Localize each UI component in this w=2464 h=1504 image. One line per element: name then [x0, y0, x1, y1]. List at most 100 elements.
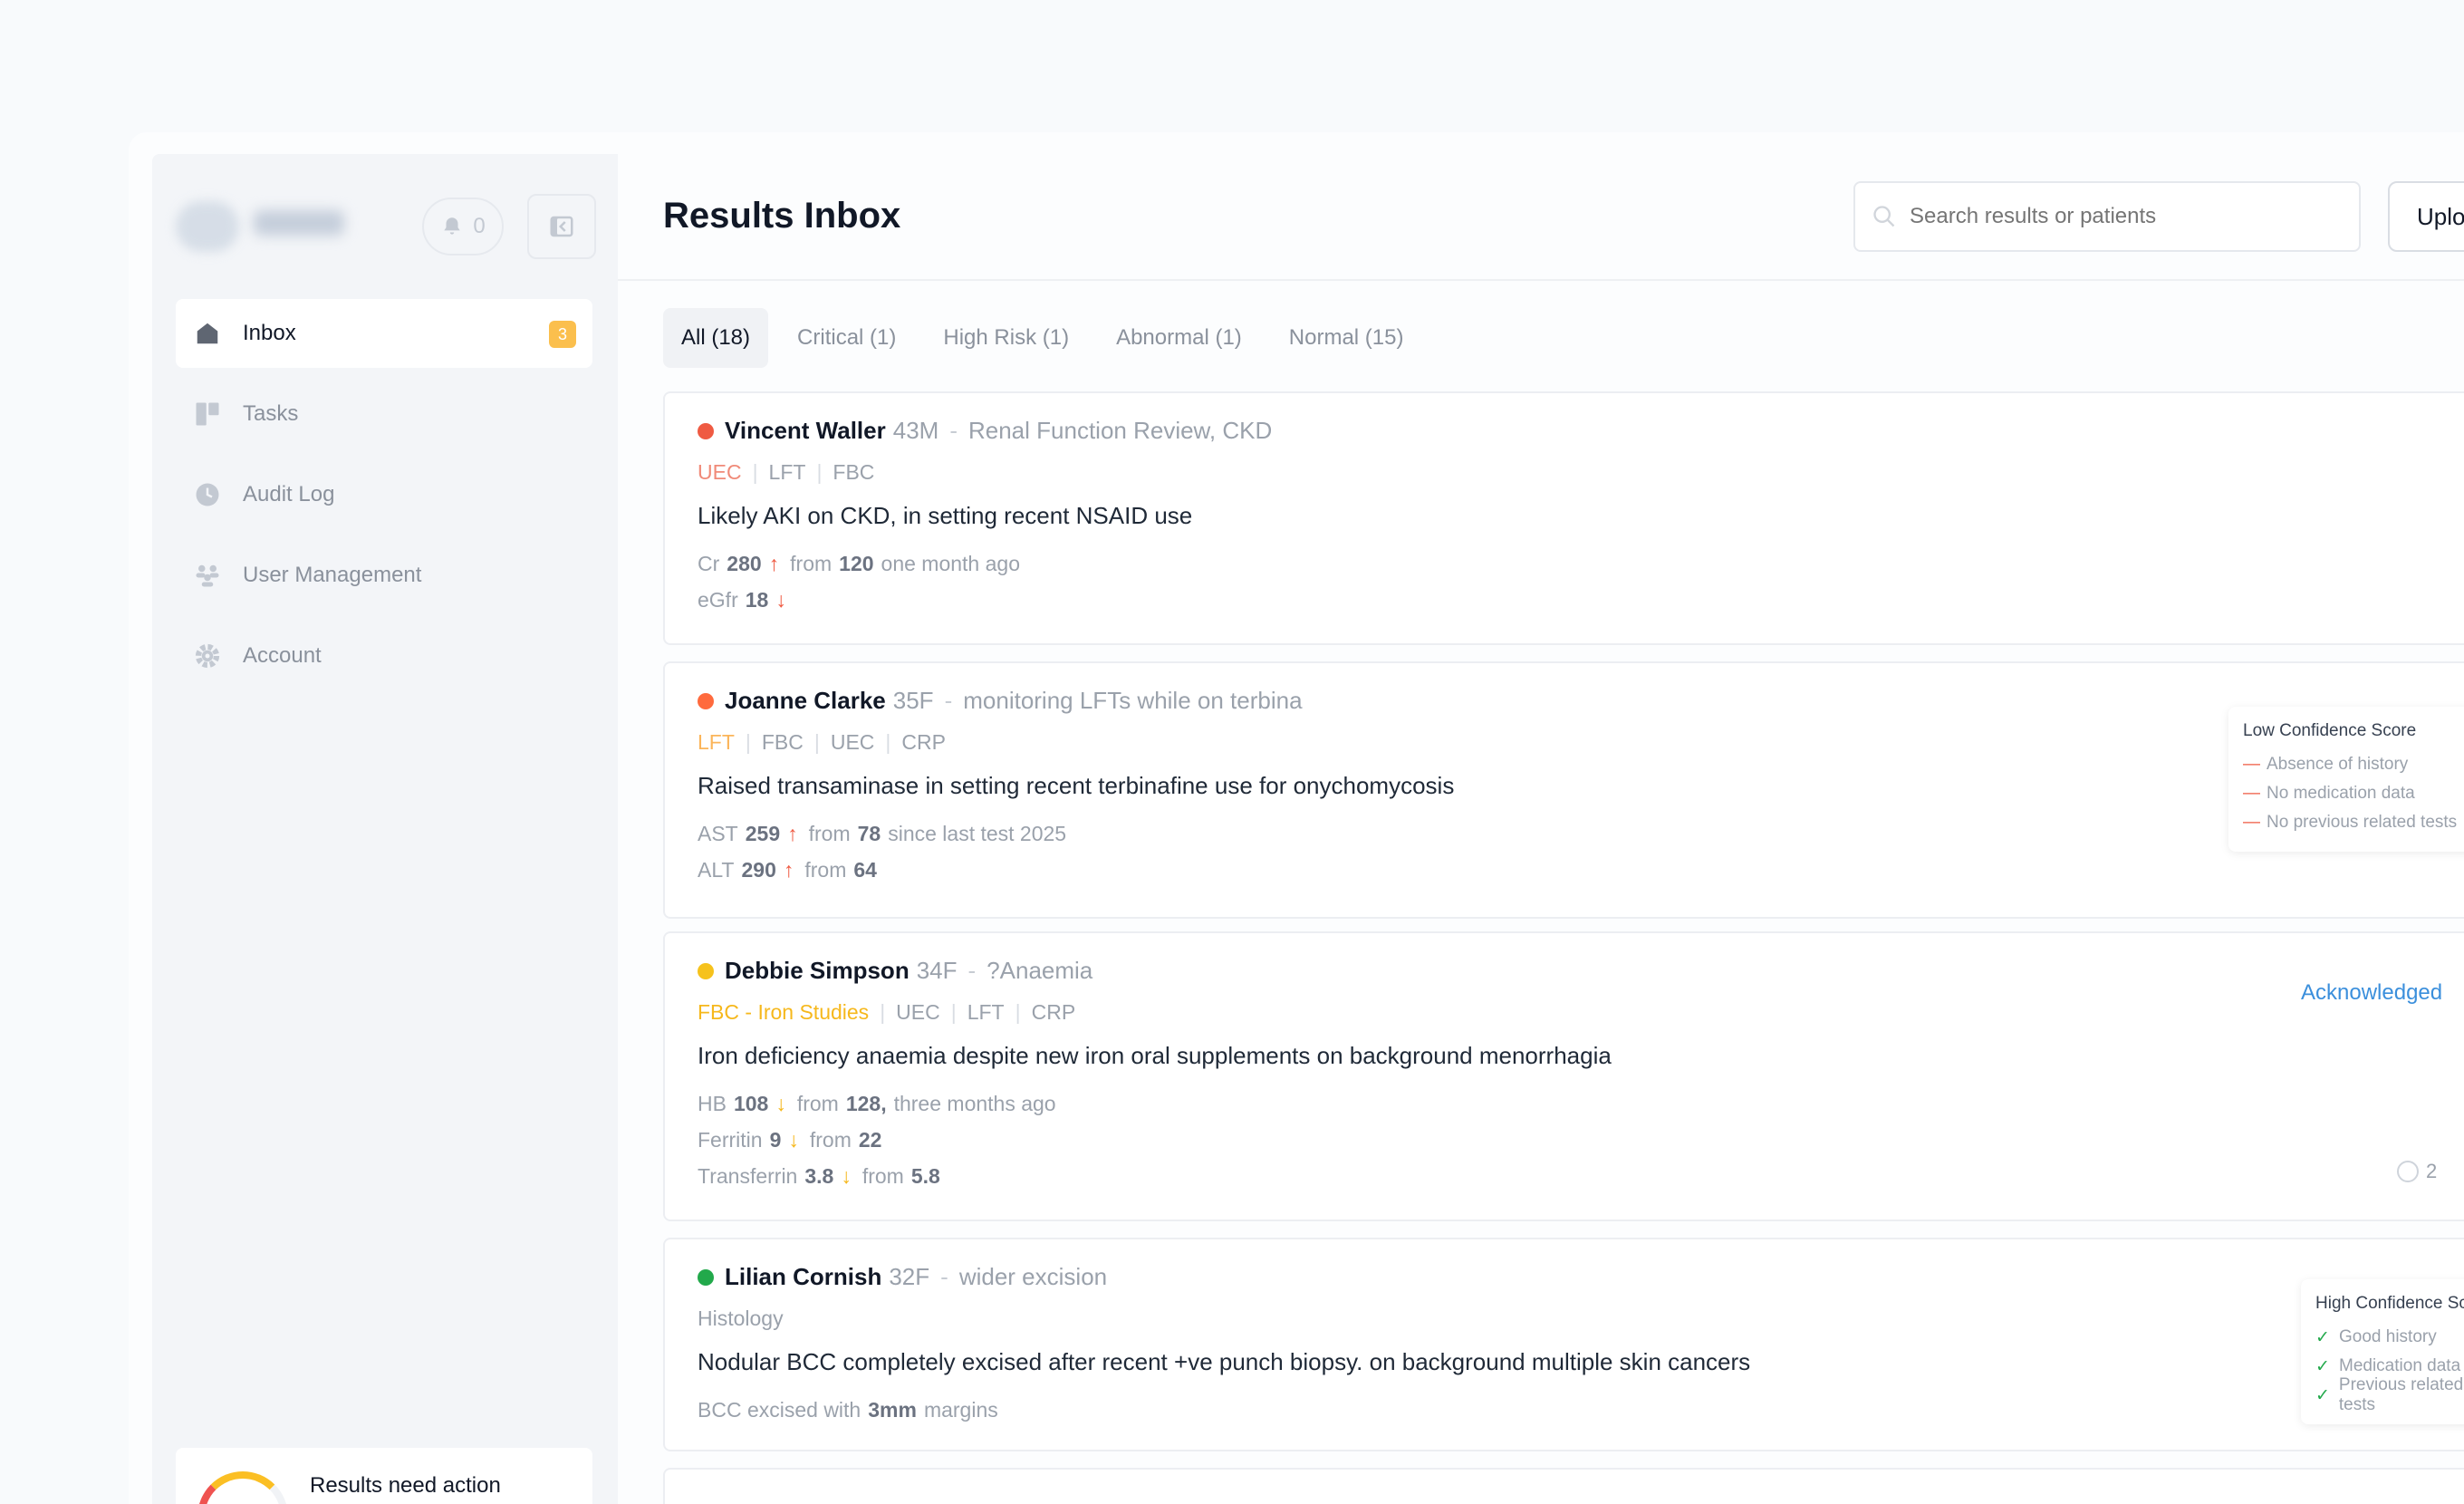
value-label: Ferritin: [698, 1127, 763, 1152]
notification-count: 0: [473, 214, 486, 238]
sidebar-item-audit-log[interactable]: Audit Log: [176, 460, 592, 529]
confidence-item: ✓ Good history: [2315, 1323, 2464, 1352]
test-tag[interactable]: FBC: [833, 460, 874, 485]
tab-normal[interactable]: Normal (15): [1271, 308, 1422, 368]
value-line: Ferritin 9 ↓ from 22: [698, 1122, 1056, 1158]
collapse-sidebar-button[interactable]: [527, 194, 596, 259]
sidebar-item-inbox[interactable]: Inbox 3: [176, 299, 592, 368]
value-label: HB: [698, 1091, 727, 1115]
test-tags: UEC | LFT | FBC: [698, 460, 875, 485]
filter-tabs: All (18) Critical (1) High Risk (1) Abno…: [663, 308, 1429, 368]
test-tag[interactable]: Histology: [698, 1306, 784, 1331]
confidence-item-label: No previous related tests: [2267, 813, 2458, 832]
logo: [176, 201, 239, 252]
check-icon: ✓: [2315, 1356, 2330, 1376]
value-label: eGfr: [698, 587, 738, 612]
test-tag[interactable]: CRP: [1032, 1000, 1076, 1025]
confidence-item-label: Previous related tests: [2338, 1375, 2464, 1414]
value-line: Cr 280 ↑ from 120 one month ago: [698, 545, 1020, 582]
sidebar-item-account[interactable]: Account: [176, 622, 592, 690]
from-label: from: [790, 551, 833, 575]
confidence-item-label: Absence of history: [2267, 755, 2409, 774]
arrow-down-icon: ↓: [775, 587, 786, 612]
result-card[interactable]: Debbie Simpson 34F - ?Anaemia FBC - Iron…: [663, 931, 2464, 1221]
result-card[interactable]: Vincent Waller 43M - Renal Function Revi…: [663, 391, 2464, 645]
results-need-action-widget[interactable]: Results need action: [176, 1448, 592, 1504]
patient-name: Joanne Clarke: [725, 687, 886, 714]
patient-name: Debbie Simpson: [725, 957, 910, 984]
arrow-up-icon: ↑: [768, 551, 780, 575]
sidebar-header: 0: [176, 194, 596, 259]
confidence-title: Low Confidence Score: [2243, 721, 2417, 740]
patient-row: Lilian Cornish 32F - wider excision: [698, 1263, 1107, 1291]
test-reason: Renal Function Review, CKD: [967, 417, 1273, 444]
test-tag[interactable]: UEC: [698, 460, 742, 485]
result-card[interactable]: [663, 1468, 2464, 1504]
value-line: AST 259 ↑ from 78 since last test 2025: [698, 815, 1066, 852]
collapse-icon: [550, 216, 573, 237]
sidebar-nav: Inbox 3 Tasks Audit Log User Management …: [176, 299, 592, 702]
dash-icon: —: [2243, 784, 2260, 803]
separator: -: [949, 417, 958, 444]
users-icon: [194, 562, 221, 589]
sidebar-item-user-management[interactable]: User Management: [176, 541, 592, 610]
tab-all[interactable]: All (18): [663, 308, 769, 368]
confidence-item: ✓ Previous related tests: [2315, 1375, 2464, 1414]
search-box[interactable]: [1853, 181, 2361, 252]
confidence-item-label: No medication data: [2267, 784, 2415, 803]
patient-age-sex: 35F: [892, 687, 934, 714]
sidebar-item-tasks[interactable]: Tasks: [176, 380, 592, 448]
dash-icon: —: [2243, 813, 2260, 832]
test-tags: FBC - Iron Studies | UEC | LFT | CRP: [698, 1000, 1076, 1025]
search-icon: [1873, 206, 1895, 227]
search-input[interactable]: [1910, 204, 2326, 229]
result-card[interactable]: Lilian Cornish 32F - wider excision Hist…: [663, 1238, 2464, 1451]
result-values: Cr 280 ↑ from 120 one month ago eGfr 18 …: [698, 545, 1020, 618]
notifications-button[interactable]: 0: [422, 198, 504, 255]
result-values: AST 259 ↑ from 78 since last test 2025 A…: [698, 815, 1066, 888]
from-value: 5.8: [910, 1163, 940, 1188]
sidebar-item-label: Audit Log: [243, 482, 335, 506]
test-tag[interactable]: FBC - Iron Studies: [698, 1000, 869, 1025]
value-number: 108: [733, 1091, 769, 1115]
from-label: from: [804, 857, 847, 882]
tab-high-risk[interactable]: High Risk (1): [925, 308, 1087, 368]
critical-status-dot: [698, 422, 714, 439]
test-tag[interactable]: CRP: [901, 730, 946, 755]
arrow-up-icon: ↑: [787, 821, 798, 845]
header-divider: [618, 279, 2464, 281]
dash-icon: —: [2243, 755, 2260, 774]
patient-name: Lilian Cornish: [725, 1263, 882, 1290]
high-confidence-popover: High Confidence Score ✓ Good history ✓ Med…: [2301, 1279, 2464, 1424]
confidence-item: — No previous related tests: [2243, 808, 2464, 837]
test-reason: wider excision: [958, 1263, 1108, 1290]
sidebar-item-label: Inbox: [243, 321, 296, 345]
tab-critical[interactable]: Critical (1): [779, 308, 914, 368]
kanban-icon: [194, 400, 221, 428]
test-tag[interactable]: LFT: [769, 460, 806, 485]
patient-row: Debbie Simpson 34F - ?Anaemia: [698, 957, 1092, 985]
test-tag[interactable]: UEC: [831, 730, 875, 755]
test-tag[interactable]: LFT: [967, 1000, 1005, 1025]
value-suffix: three months ago: [893, 1091, 1056, 1115]
test-tag[interactable]: UEC: [896, 1000, 940, 1025]
upload-button[interactable]: Uplo: [2388, 181, 2464, 252]
from-value: 22: [858, 1127, 882, 1152]
value-number: 9: [769, 1127, 782, 1152]
value-label: BCC excised with: [698, 1397, 861, 1422]
timestamp-text: 2: [2426, 1160, 2438, 1182]
confidence-item-label: Good history: [2339, 1327, 2437, 1346]
patient-age-sex: 34F: [916, 957, 958, 984]
test-tag[interactable]: FBC: [762, 730, 804, 755]
value-label: ALT: [698, 857, 735, 882]
value-number: 18: [745, 587, 769, 612]
tab-abnormal[interactable]: Abnormal (1): [1098, 308, 1260, 368]
result-summary: Iron deficiency anaemia despite new iron…: [698, 1042, 1612, 1069]
arrow-down-icon: ↓: [788, 1127, 799, 1152]
test-tag[interactable]: LFT: [698, 730, 735, 755]
check-icon: ✓: [2315, 1385, 2330, 1405]
clock-icon: [2397, 1161, 2419, 1182]
result-card[interactable]: Joanne Clarke 35F - monitoring LFTs whil…: [663, 661, 2464, 919]
acknowledged-status[interactable]: Acknowledged: [2301, 980, 2442, 1006]
low-confidence-popover: Low Confidence Score — Absence of history…: [2228, 707, 2464, 852]
